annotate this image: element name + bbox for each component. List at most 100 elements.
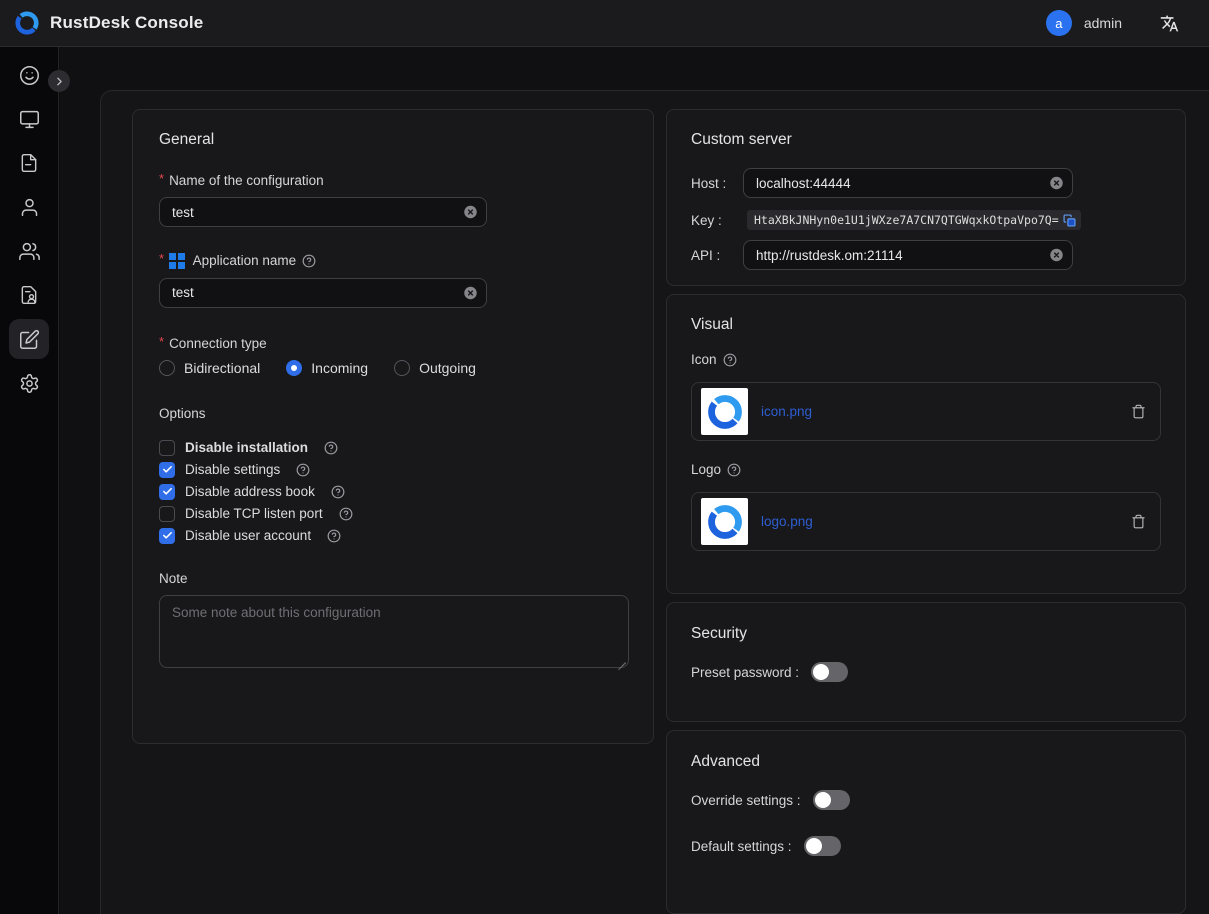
logo-upload-row: logo.png [691, 492, 1161, 551]
smiley-icon [9, 55, 49, 95]
default-settings-toggle[interactable] [804, 836, 841, 856]
help-icon[interactable] [339, 507, 353, 521]
header-right: a admin [1046, 10, 1195, 36]
checkbox-unchecked[interactable] [159, 506, 175, 522]
main-panel: General * Name of the configuration * [100, 90, 1209, 914]
app-name-input[interactable] [159, 278, 487, 308]
sidebar-item-settings[interactable] [0, 361, 59, 405]
radio-incoming[interactable]: Incoming [286, 360, 368, 376]
app-name-label: * Application name [159, 253, 627, 269]
copy-icon[interactable] [1063, 214, 1076, 227]
app-title: RustDesk Console [50, 13, 203, 33]
brand: RustDesk Console [14, 10, 203, 36]
username-label[interactable]: admin [1084, 15, 1122, 31]
advanced-card: Advanced Override settings : Default set… [666, 730, 1186, 914]
radio-circle [286, 360, 302, 376]
advanced-title: Advanced [691, 753, 1161, 771]
connection-type-label: * Connection type [159, 336, 627, 351]
override-settings-label: Override settings : [691, 793, 801, 808]
clear-icon[interactable] [463, 205, 478, 220]
sidebar-item-groups[interactable] [0, 229, 59, 273]
toggle-knob [806, 838, 822, 854]
general-title: General [159, 131, 627, 149]
preset-password-label: Preset password : [691, 665, 799, 680]
help-icon[interactable] [302, 254, 316, 268]
override-settings-toggle[interactable] [813, 790, 850, 810]
help-icon[interactable] [324, 441, 338, 455]
host-label: Host : [691, 176, 743, 191]
note-textarea[interactable] [159, 595, 629, 668]
icon-filename-link[interactable]: icon.png [761, 404, 812, 419]
monitor-icon [9, 99, 49, 139]
api-label: API : [691, 248, 743, 263]
rustdesk-logo-icon [706, 503, 744, 541]
rustdesk-console-app: RustDesk Console a admin [0, 0, 1209, 914]
checkbox-checked[interactable] [159, 528, 175, 544]
checkbox-unchecked[interactable] [159, 440, 175, 456]
rustdesk-logo-icon [14, 10, 40, 36]
trash-icon[interactable] [1131, 514, 1146, 529]
api-input[interactable] [743, 240, 1073, 270]
host-input[interactable] [743, 168, 1073, 198]
required-asterisk: * [159, 251, 164, 266]
help-icon[interactable] [727, 463, 741, 477]
windows-icon [169, 253, 185, 269]
user-avatar[interactable]: a [1046, 10, 1072, 36]
help-icon[interactable] [723, 353, 737, 367]
sidebar-item-address-books[interactable] [0, 273, 59, 317]
clear-icon[interactable] [463, 285, 478, 300]
config-name-label: * Name of the configuration [159, 173, 627, 188]
sidebar-item-users[interactable] [0, 185, 59, 229]
rustdesk-logo-icon [706, 393, 744, 431]
checkbox-checked[interactable] [159, 462, 175, 478]
icon-label: Icon [691, 352, 1161, 367]
preset-password-toggle[interactable] [811, 662, 848, 682]
trash-icon[interactable] [1131, 404, 1146, 419]
visual-title: Visual [691, 316, 1161, 334]
sidebar-item-devices[interactable] [0, 97, 59, 141]
sidebar-collapse-button[interactable] [48, 70, 70, 92]
default-settings-label: Default settings : [691, 839, 792, 854]
help-icon[interactable] [296, 463, 310, 477]
custom-server-card: Custom server Host : Key : HtaXBkJNHyn0e… [666, 109, 1186, 286]
sidebar-item-logs[interactable] [0, 141, 59, 185]
note-label: Note [159, 571, 627, 586]
users-icon [9, 231, 49, 271]
sidebar-nav [0, 47, 59, 914]
gear-icon [9, 363, 49, 403]
config-name-input[interactable] [159, 197, 487, 227]
key-label: Key : [691, 213, 743, 228]
help-icon[interactable] [331, 485, 345, 499]
option-disable-address-book: Disable address book [159, 481, 627, 503]
radio-bidirectional[interactable]: Bidirectional [159, 360, 260, 376]
toggle-knob [815, 792, 831, 808]
content-area: General * Name of the configuration * [60, 47, 1209, 914]
sidebar-item-custom-clients[interactable] [0, 317, 59, 361]
chevron-right-icon [53, 75, 66, 88]
clear-icon[interactable] [1049, 176, 1064, 191]
required-asterisk: * [159, 171, 164, 186]
document-user-icon [9, 275, 49, 315]
clear-icon[interactable] [1049, 248, 1064, 263]
logo-label: Logo [691, 462, 1161, 477]
visual-card: Visual Icon icon.png [666, 294, 1186, 594]
general-card: General * Name of the configuration * [132, 109, 654, 744]
icon-upload-row: icon.png [691, 382, 1161, 441]
user-icon [9, 187, 49, 227]
translate-icon[interactable] [1160, 14, 1179, 33]
option-disable-tcp-listen-port: Disable TCP listen port [159, 503, 627, 525]
radio-circle [159, 360, 175, 376]
connection-type-group: Bidirectional Incoming Outgoing [159, 360, 627, 376]
radio-outgoing[interactable]: Outgoing [394, 360, 476, 376]
logo-filename-link[interactable]: logo.png [761, 514, 813, 529]
checkbox-checked[interactable] [159, 484, 175, 500]
help-icon[interactable] [327, 529, 341, 543]
key-value-box: HtaXBkJNHyn0e1U1jWXze7A7CN7QTGWqxkOtpaVp… [747, 210, 1081, 230]
custom-server-title: Custom server [691, 131, 1161, 149]
document-icon [9, 143, 49, 183]
top-bar: RustDesk Console a admin [0, 0, 1209, 47]
option-disable-user-account: Disable user account [159, 525, 627, 547]
option-disable-settings: Disable settings [159, 459, 627, 481]
edit-icon [9, 319, 49, 359]
required-asterisk: * [159, 334, 164, 349]
